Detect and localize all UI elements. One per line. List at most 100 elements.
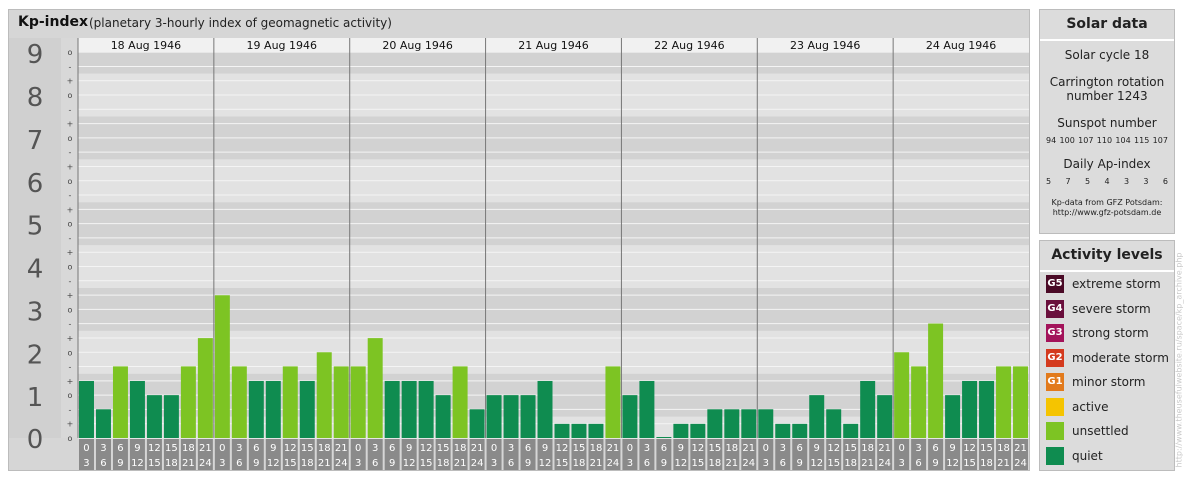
interval-start-label: 0 xyxy=(355,443,361,454)
kp-bar xyxy=(95,409,111,438)
kp-bar xyxy=(724,409,740,438)
interval-end-label: 6 xyxy=(780,458,786,469)
y-tick-label: 9 xyxy=(27,40,44,70)
sub-tick-label: - xyxy=(69,62,72,71)
interval-end-label: 3 xyxy=(83,458,89,469)
kp-bar xyxy=(554,423,570,438)
kp-bar xyxy=(333,366,349,438)
kp-bar xyxy=(129,380,145,438)
sub-tick-label: o xyxy=(68,48,73,57)
data-credit-link[interactable]: http://www.gfz-potsdam.de xyxy=(1040,208,1174,218)
interval-end-label: 3 xyxy=(491,458,497,469)
interval-end-label: 12 xyxy=(403,458,416,469)
kp-bar xyxy=(282,366,298,438)
ap-value: 3 xyxy=(1123,177,1130,186)
interval-end-label: 3 xyxy=(355,458,361,469)
sub-tick-label: o xyxy=(68,391,73,400)
kp-bar xyxy=(996,366,1012,438)
data-credit: Kp-data from GFZ Potsdam: xyxy=(1051,198,1163,207)
interval-end-label: 24 xyxy=(471,458,484,469)
kp-bar xyxy=(741,409,757,438)
interval-end-label: 15 xyxy=(284,458,297,469)
interval-start-label: 3 xyxy=(100,443,106,454)
kp-bar xyxy=(79,380,94,438)
y-tick-label: 7 xyxy=(27,126,44,156)
interval-end-label: 21 xyxy=(725,458,738,469)
watermark-text: http://www.theusefulwebsite.ru/space/kp_… xyxy=(1174,252,1184,468)
interval-start-label: 12 xyxy=(148,443,161,454)
interval-start-label: 12 xyxy=(827,443,840,454)
interval-start-label: 3 xyxy=(372,443,378,454)
kp-bar xyxy=(911,366,927,438)
sunspot-value: 110 xyxy=(1096,136,1113,145)
interval-end-label: 18 xyxy=(301,458,314,469)
sunspot-value: 104 xyxy=(1115,136,1131,145)
interval-end-label: 24 xyxy=(607,458,620,469)
interval-start-label: 15 xyxy=(980,443,993,454)
interval-start-label: 9 xyxy=(406,443,412,454)
interval-end-label: 9 xyxy=(661,458,667,469)
interval-end-label: 12 xyxy=(810,458,823,469)
interval-start-label: 3 xyxy=(236,443,242,454)
level-label: strong storm xyxy=(1072,326,1149,340)
interval-end-label: 24 xyxy=(335,458,348,469)
ap-value: 5 xyxy=(1084,177,1091,186)
day-header: 24 Aug 1946 xyxy=(926,39,996,52)
interval-start-label: 6 xyxy=(661,443,667,454)
sub-tick-label: - xyxy=(69,105,72,114)
y-tick-label: 1 xyxy=(27,383,44,413)
interval-start-label: 9 xyxy=(270,443,276,454)
level-badge: G5 xyxy=(1046,275,1064,293)
interval-end-label: 21 xyxy=(454,458,467,469)
interval-end-label: 12 xyxy=(674,458,687,469)
sub-tick-label: + xyxy=(67,77,74,86)
kp-bar xyxy=(707,409,723,438)
interval-end-label: 3 xyxy=(627,458,633,469)
interval-end-label: 3 xyxy=(219,458,225,469)
day-header: 22 Aug 1946 xyxy=(654,39,724,52)
level-label: minor storm xyxy=(1072,375,1146,389)
sub-tick-label: o xyxy=(68,91,73,100)
sub-tick-label: o xyxy=(68,305,73,314)
y-tick-label: 2 xyxy=(27,340,44,370)
kp-bar xyxy=(350,366,366,438)
interval-start-label: 21 xyxy=(607,443,620,454)
interval-end-label: 15 xyxy=(148,458,161,469)
interval-end-label: 21 xyxy=(590,458,603,469)
sunspot-value: 115 xyxy=(1134,136,1150,145)
interval-end-label: 18 xyxy=(708,458,721,469)
level-badge xyxy=(1046,422,1064,440)
sunspot-title: Sunspot number xyxy=(1057,116,1157,130)
carrington-rotation-label: Carrington rotation xyxy=(1049,75,1165,89)
interval-end-label: 15 xyxy=(556,458,569,469)
sub-tick-label: o xyxy=(68,220,73,229)
interval-end-label: 18 xyxy=(437,458,450,469)
kp-bar xyxy=(673,423,689,438)
day-header: 18 Aug 1946 xyxy=(111,39,181,52)
interval-start-label: 6 xyxy=(117,443,123,454)
sub-tick-label: + xyxy=(67,291,74,300)
ap-value: 5 xyxy=(1046,177,1052,186)
ap-index-title: Daily Ap-index xyxy=(1063,157,1151,171)
interval-start-label: 15 xyxy=(301,443,314,454)
level-badge: G4 xyxy=(1046,299,1064,318)
interval-start-label: 15 xyxy=(844,443,857,454)
kp-bar xyxy=(384,380,400,438)
interval-start-label: 3 xyxy=(508,443,514,454)
kp-bar xyxy=(180,366,196,438)
level-badge xyxy=(1046,446,1064,465)
level-badge xyxy=(1046,397,1064,416)
kp-bar xyxy=(418,380,434,438)
level-badge: G1 xyxy=(1046,373,1064,391)
sunspot-values: 94 100 107 110 104 115 107 xyxy=(1040,136,1174,145)
interval-end-label: 15 xyxy=(691,458,704,469)
interval-start-label: 15 xyxy=(165,443,178,454)
level-label: active xyxy=(1072,399,1109,414)
kp-bar xyxy=(588,423,604,438)
interval-start-label: 6 xyxy=(932,443,938,454)
level-badge: G2 xyxy=(1046,348,1064,367)
interval-end-label: 6 xyxy=(100,458,106,469)
sunspot-value: 94 xyxy=(1046,136,1057,145)
interval-end-label: 21 xyxy=(861,458,874,469)
interval-end-label: 12 xyxy=(539,458,552,469)
